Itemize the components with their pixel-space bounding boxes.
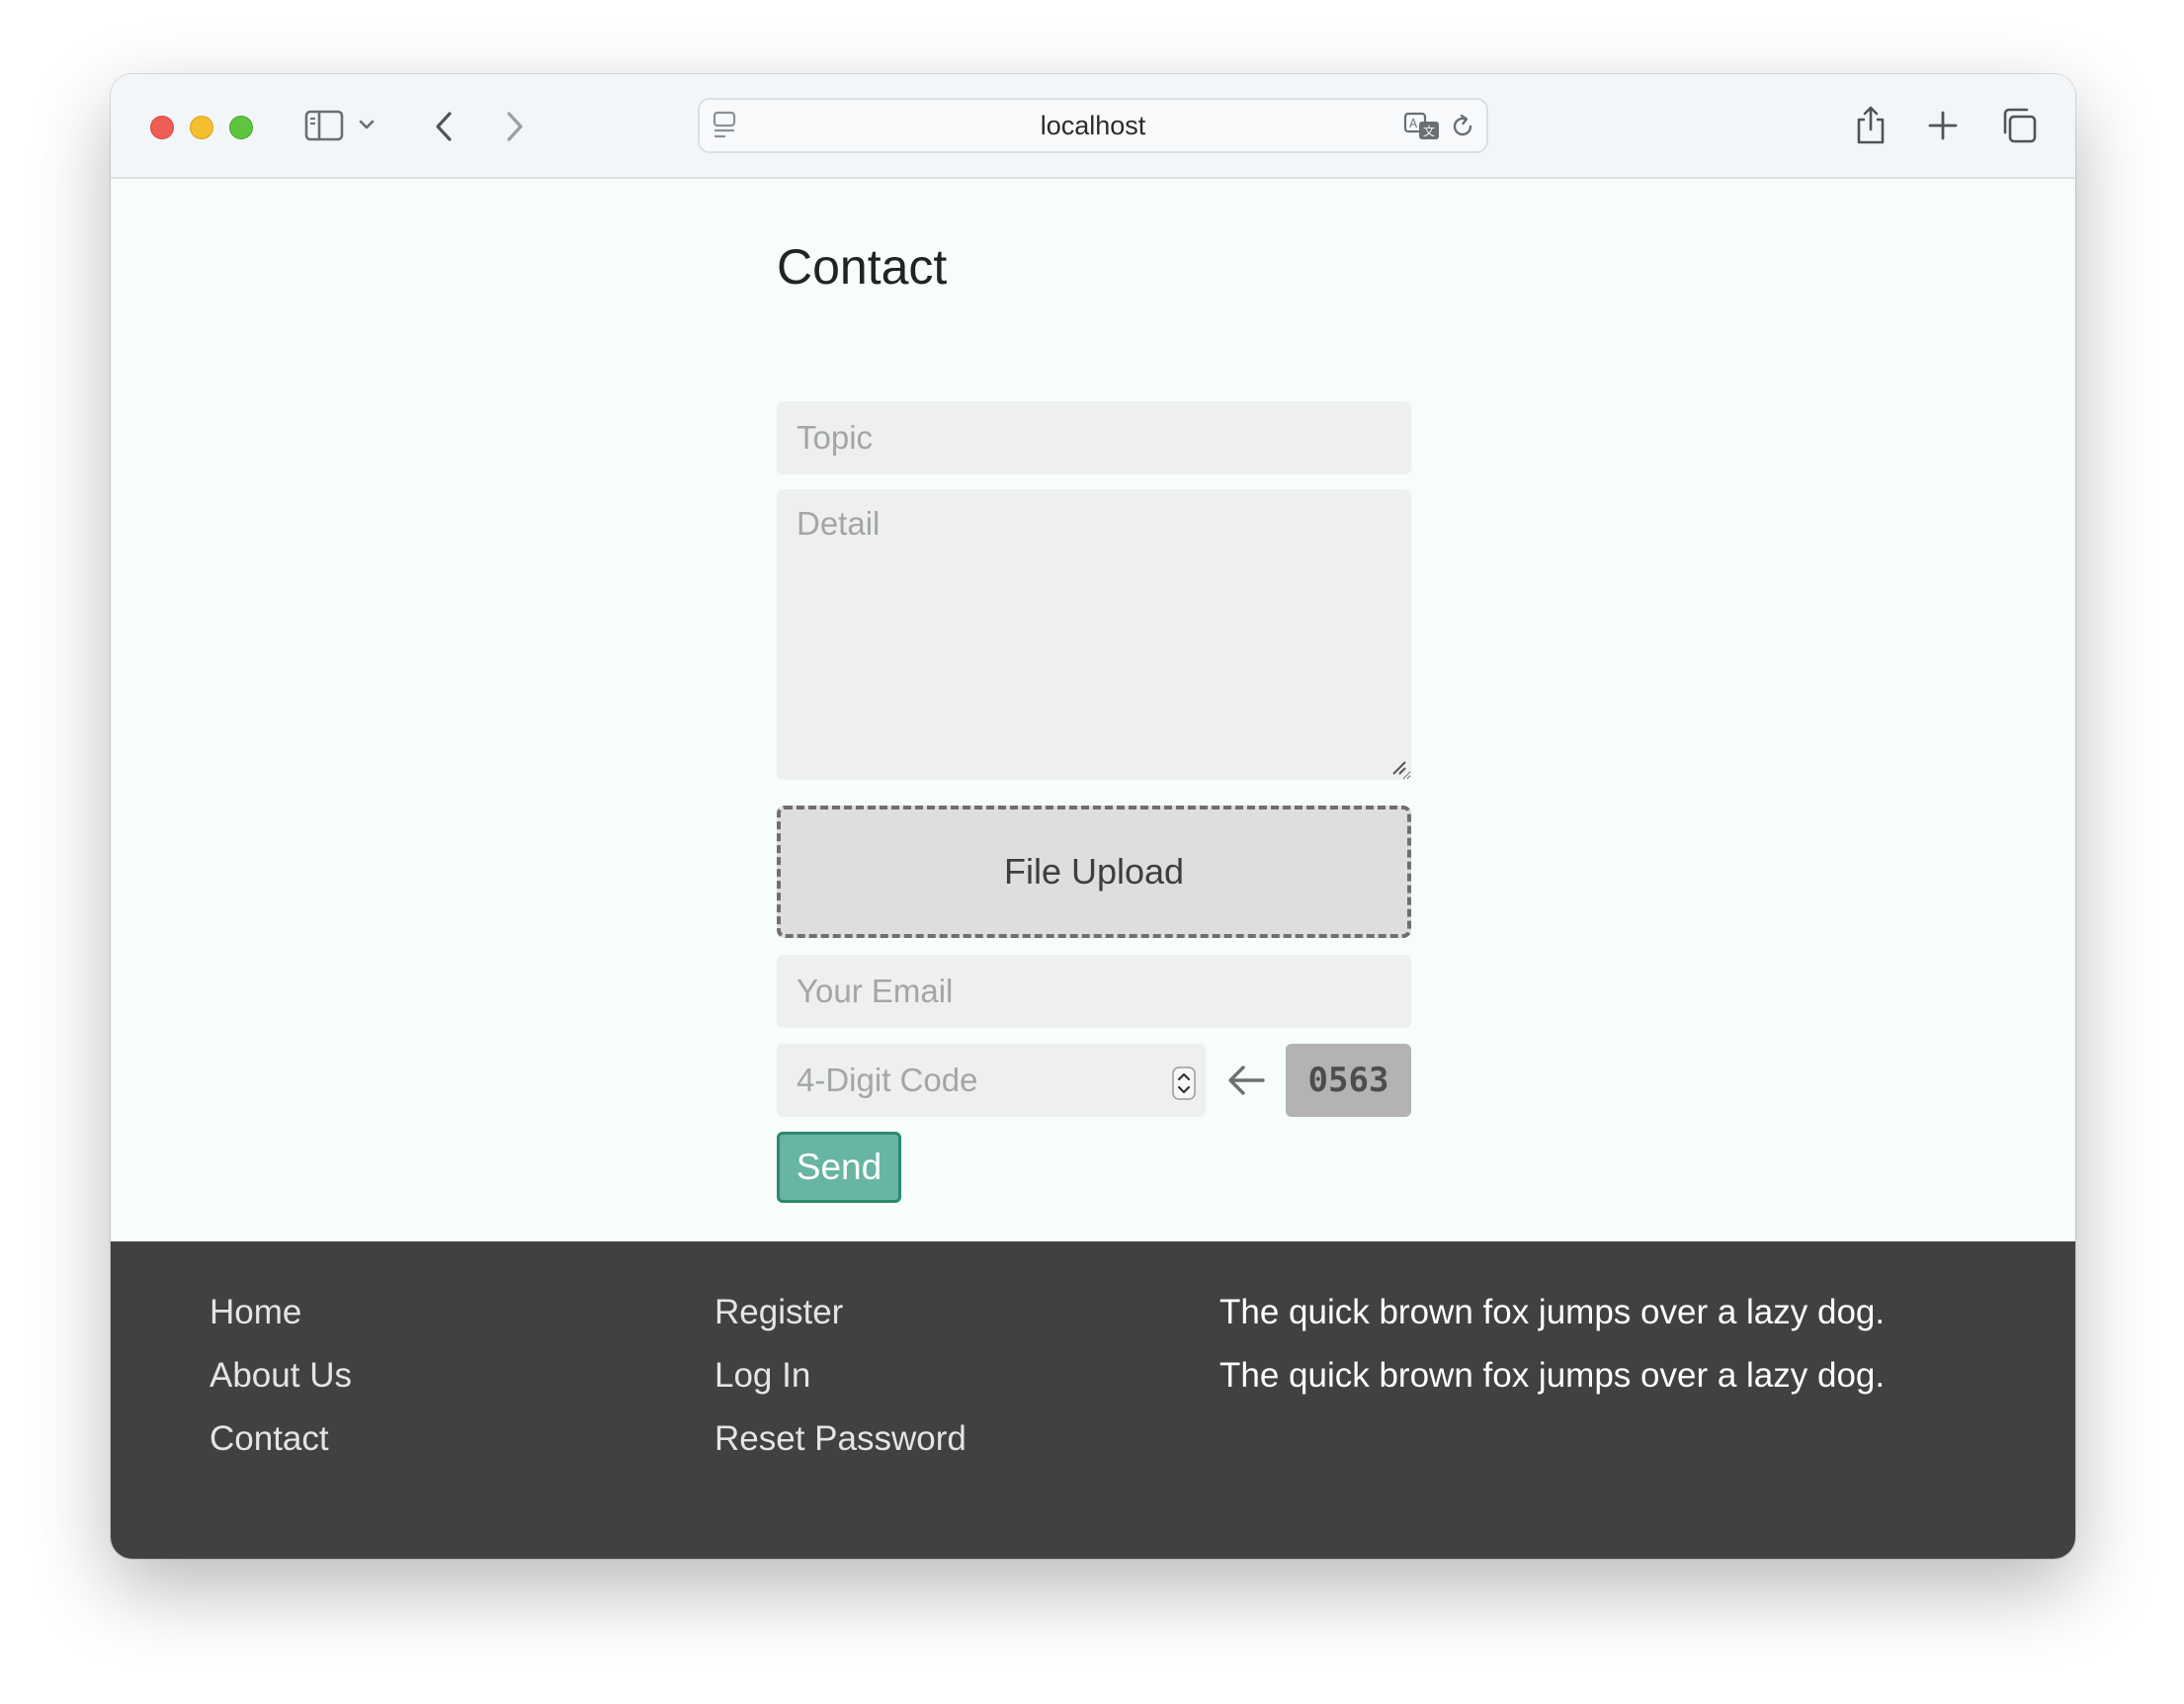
share-icon[interactable] <box>1854 104 1888 145</box>
page-title: Contact <box>777 239 948 295</box>
send-button[interactable]: Send <box>777 1132 901 1203</box>
chevron-down-icon[interactable] <box>358 118 376 131</box>
footer-link-home[interactable]: Home <box>210 1281 352 1344</box>
footer: Home About Us Contact Register Log In Re… <box>111 1241 2075 1559</box>
tab-overview-icon[interactable] <box>2000 107 2038 144</box>
footer-link-log-in[interactable]: Log In <box>714 1344 966 1407</box>
detail-textarea[interactable] <box>777 489 1411 780</box>
page-content: Contact File Upload 0563 Send <box>111 179 2075 1241</box>
svg-text:A: A <box>1409 117 1418 130</box>
topic-input[interactable] <box>777 401 1411 474</box>
footer-text: The quick brown fox jumps over a lazy do… <box>1219 1356 1886 1395</box>
captcha-code: 0563 <box>1286 1044 1411 1117</box>
number-stepper-icon[interactable] <box>1172 1066 1196 1100</box>
translate-icon[interactable]: A文 <box>1403 112 1443 141</box>
arrow-left-icon <box>1225 1063 1267 1098</box>
minimize-window-button[interactable] <box>190 116 213 139</box>
svg-text:文: 文 <box>1423 124 1435 138</box>
file-upload-dropzone[interactable]: File Upload <box>777 806 1411 938</box>
footer-text: The quick brown fox jumps over a lazy do… <box>1219 1293 1886 1331</box>
footer-nav-main: Home About Us Contact <box>210 1281 352 1471</box>
footer-link-about-us[interactable]: About Us <box>210 1344 352 1407</box>
file-upload-label: File Upload <box>1003 851 1185 892</box>
footer-link-register[interactable]: Register <box>714 1281 966 1344</box>
close-window-button[interactable] <box>150 116 174 139</box>
reload-icon[interactable] <box>1449 113 1476 140</box>
zoom-window-button[interactable] <box>229 116 253 139</box>
resize-handle-icon[interactable] <box>1389 758 1407 776</box>
address-bar[interactable]: localhost A文 <box>698 98 1488 153</box>
browser-toolbar: localhost A文 <box>111 74 2075 179</box>
back-icon[interactable] <box>433 110 455 143</box>
forward-icon[interactable] <box>504 110 526 143</box>
code-input[interactable] <box>777 1044 1206 1117</box>
footer-link-reset-password[interactable]: Reset Password <box>714 1407 966 1471</box>
browser-window: localhost A文 Contact File Up <box>111 74 2075 1559</box>
new-tab-icon[interactable] <box>1927 110 1959 141</box>
sidebar-icon[interactable] <box>304 110 344 141</box>
email-input[interactable] <box>777 955 1411 1028</box>
footer-nav-account: Register Log In Reset Password <box>714 1281 966 1471</box>
url-text: localhost <box>1040 111 1146 140</box>
footer-text-column: The quick brown fox jumps over a lazy do… <box>1219 1281 1885 1407</box>
footer-link-contact[interactable]: Contact <box>210 1407 352 1471</box>
